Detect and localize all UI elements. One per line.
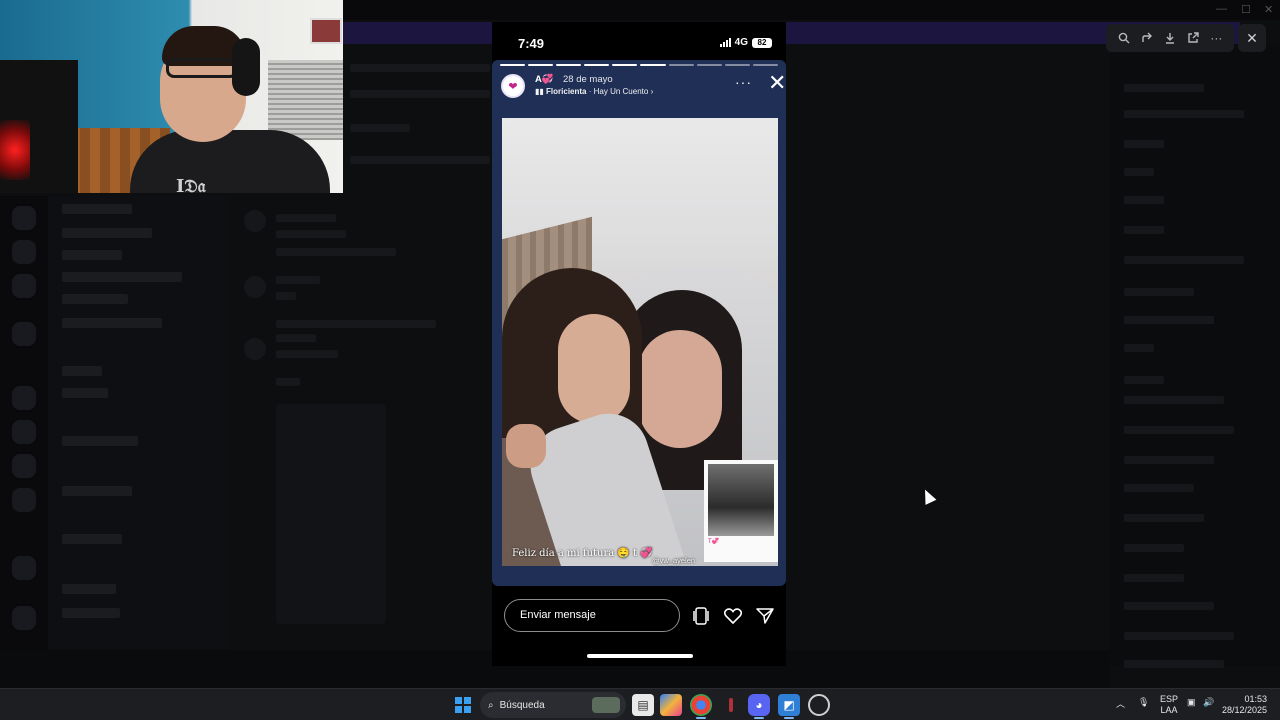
music-song: Hay Un Cuento [593,87,649,96]
story-date: 28 de mayo [563,74,613,85]
photos-icon[interactable]: ◩ [778,694,800,716]
image-viewer-toolbar: ··· [1106,24,1234,52]
background-banner [340,22,1240,44]
polaroid-caption: T💞 [708,539,720,545]
search-highlight-image [592,697,620,713]
start-button[interactable] [455,697,471,713]
volume-icon[interactable]: 🔊 [1203,697,1214,708]
close-window-icon[interactable]: ✕ [1264,3,1273,16]
maximize-icon[interactable]: ☐ [1241,3,1251,16]
viewer-close-button[interactable]: ✕ [1238,24,1266,52]
chrome-active-indicator [696,717,706,719]
story-username[interactable]: A💞 [535,74,554,85]
chevron-right-icon: › [650,87,654,96]
taskbar-search[interactable]: ⌕ Búsqueda [480,692,626,718]
story-reply-bar: Enviar mensaje [504,599,774,633]
windows-taskbar: ⌕ Búsqueda ▤ ◕ ◩ ︿ 🎙 ESP LAA ▣ 🔊 01:53 2… [0,688,1280,720]
language-sub-label: LAA [1160,705,1178,715]
home-indicator [587,654,693,658]
story-progress-segment [528,64,554,66]
status-bar-icons: 4G 82 [719,37,772,48]
background-member-list [1110,44,1280,668]
desktop-screen: — ☐ ✕ Ⅰ𝔇𝔞 ··· ✕ 7:49 4G 82 ❤ A💞 28 de ma… [0,0,1280,688]
app-icon[interactable] [720,694,742,716]
more-icon[interactable]: ··· [1207,29,1225,47]
search-icon: ⌕ [488,699,494,711]
zoom-icon[interactable] [1115,29,1133,47]
send-message-input[interactable]: Enviar mensaje [504,599,680,632]
language-indicator[interactable]: ESP LAA [1160,694,1178,716]
microphone-icon[interactable]: 🎙 [1138,697,1149,708]
discord-icon[interactable]: ◕ [748,694,770,716]
forward-icon[interactable] [1138,29,1156,47]
story-progress-segment [584,64,610,66]
story-progress-segment [556,64,582,66]
network-label: 4G [734,37,748,48]
battery-icon: 82 [752,37,772,48]
story-progress-bar [500,64,778,66]
story-avatar[interactable]: ❤ [501,74,525,98]
send-icon[interactable] [754,605,776,627]
story-progress-segment [696,64,722,66]
open-external-icon[interactable] [1184,29,1202,47]
story-mention[interactable]: @vw_ayelen [652,556,695,565]
polaroid-photo [708,464,774,536]
story-caption: Feliz día a mi futura 🤤 t 💞 [512,548,653,559]
copy-icon[interactable] [690,605,712,627]
music-bars-icon: ▮▮ [535,87,544,96]
polaroid-sticker: T💞 [704,460,778,562]
file-explorer-icon[interactable]: ▤ [632,694,654,716]
taskbar-clock[interactable]: 01:53 28/12/2025 [1222,694,1267,716]
close-icon: ✕ [1246,29,1258,46]
story-progress-segment [752,64,778,66]
background-channel-list [48,196,228,666]
photos-active-indicator [784,717,794,719]
story-more-icon[interactable]: ··· [735,74,752,90]
story-close-icon[interactable]: ✕ [768,72,786,94]
story-header: ❤ A💞 28 de mayo ▮▮ Floricienta · Hay Un … [500,72,786,100]
steam-icon[interactable] [808,694,830,716]
copilot-icon[interactable] [660,694,682,716]
webcam-overlay: Ⅰ𝔇𝔞 [0,0,343,193]
download-icon[interactable] [1161,29,1179,47]
story-screenshot: 7:49 4G 82 ❤ A💞 28 de mayo ▮▮ Floricient… [492,22,786,666]
story-progress-segment [668,64,694,66]
tray-chevron-up-icon[interactable]: ︿ [1116,697,1125,710]
story-card: ❤ A💞 28 de mayo ▮▮ Floricienta · Hay Un … [492,60,786,586]
like-heart-icon[interactable] [722,605,744,627]
language-label: ESP [1160,694,1179,704]
story-music[interactable]: ▮▮ Floricienta · Hay Un Cuento › [535,87,653,96]
signal-icon [719,38,731,47]
music-artist: Floricienta [546,87,587,96]
clock-time: 01:53 [1244,694,1268,704]
status-time: 7:49 [518,36,545,51]
search-label: Búsqueda [499,699,545,711]
battery-level: 82 [757,38,767,47]
background-server-list [0,196,48,666]
story-progress-segment [612,64,638,66]
minimize-icon[interactable]: — [1216,3,1227,15]
clock-date: 28/12/2025 [1222,705,1268,715]
story-progress-segment [500,64,526,66]
heart-icon: ❤ [508,80,518,93]
chrome-icon[interactable] [690,694,712,716]
story-progress-segment [640,64,666,66]
discord-active-indicator [754,717,764,719]
story-progress-segment [724,64,750,66]
network-icon[interactable]: ▣ [1187,697,1196,708]
